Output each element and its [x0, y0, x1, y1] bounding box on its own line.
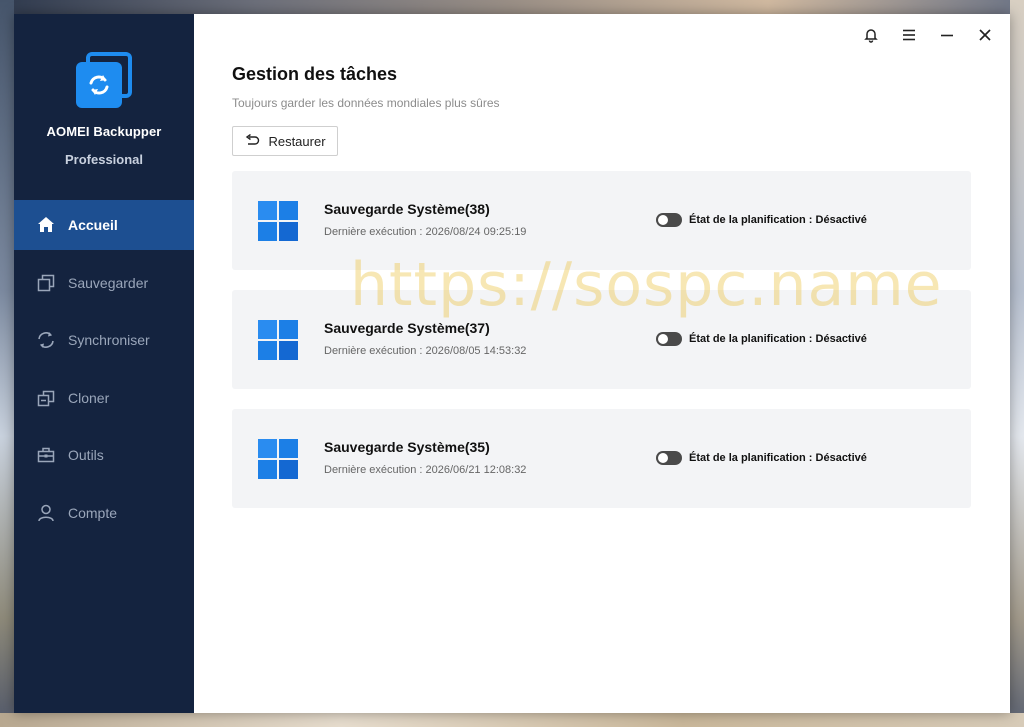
sidebar-item-label: Outils	[68, 447, 104, 464]
home-icon	[36, 215, 56, 235]
titlebar-controls	[852, 24, 1004, 46]
windows-logo-icon	[258, 439, 298, 479]
task-list: Sauvegarde Système(38) Dernière exécutio…	[232, 171, 971, 528]
windows-logo-icon	[258, 320, 298, 360]
task-card[interactable]: Sauvegarde Système(37) Dernière exécutio…	[232, 290, 971, 389]
task-last-run: Dernière exécution : 2026/08/24 09:25:19	[324, 226, 527, 238]
toolbox-icon	[36, 445, 56, 465]
bell-icon[interactable]	[852, 24, 890, 46]
sidebar-nav: Accueil Sauvegarder Synchroniser Cloner	[14, 200, 194, 546]
desktop-background-bottom	[0, 713, 1024, 727]
task-name: Sauvegarde Système(35)	[324, 439, 490, 455]
close-icon[interactable]	[966, 24, 1004, 46]
menu-icon[interactable]	[890, 24, 928, 46]
task-card[interactable]: Sauvegarde Système(38) Dernière exécutio…	[232, 171, 971, 270]
sidebar: AOMEI Backupper Professional Accueil Sau…	[14, 14, 194, 713]
page-subtitle: Toujours garder les données mondiales pl…	[232, 96, 500, 110]
restore-button-label: Restaurer	[268, 133, 326, 149]
task-last-run: Dernière exécution : 2026/06/21 12:08:32	[324, 464, 527, 476]
sidebar-item-sauvegarder[interactable]: Sauvegarder	[14, 258, 194, 308]
backup-icon	[36, 273, 56, 293]
task-name: Sauvegarde Système(37)	[324, 320, 490, 336]
desktop-background-left	[0, 0, 14, 727]
sidebar-item-label: Synchroniser	[68, 332, 150, 349]
minimize-icon[interactable]	[928, 24, 966, 46]
windows-logo-icon	[258, 201, 298, 241]
sidebar-item-label: Sauvegarder	[68, 274, 149, 291]
sidebar-item-label: Compte	[68, 504, 118, 521]
sidebar-item-accueil[interactable]: Accueil	[14, 200, 194, 250]
task-card[interactable]: Sauvegarde Système(35) Dernière exécutio…	[232, 409, 971, 508]
schedule-toggle[interactable]	[656, 332, 682, 346]
sidebar-item-synchroniser[interactable]: Synchroniser	[14, 315, 194, 365]
schedule-status: État de la planification : Désactivé	[689, 214, 867, 226]
desktop-background-top	[0, 0, 1024, 14]
app-window: AOMEI Backupper Professional Accueil Sau…	[14, 14, 1010, 713]
sync-icon	[36, 330, 56, 350]
schedule-toggle[interactable]	[656, 451, 682, 465]
restore-button[interactable]: Restaurer	[232, 126, 338, 156]
desktop-background-right	[1010, 0, 1024, 727]
sidebar-item-outils[interactable]: Outils	[14, 430, 194, 480]
schedule-status: État de la planification : Désactivé	[689, 333, 867, 345]
sidebar-item-label: Cloner	[68, 389, 110, 406]
aomei-logo-icon	[76, 52, 132, 108]
app-name: AOMEI Backupper	[46, 124, 162, 139]
brand: AOMEI Backupper Professional	[14, 14, 194, 200]
schedule-status: État de la planification : Désactivé	[689, 452, 867, 464]
task-name: Sauvegarde Système(38)	[324, 201, 490, 217]
app-edition: Professional	[64, 152, 144, 167]
sidebar-item-compte[interactable]: Compte	[14, 488, 194, 538]
page-title: Gestion des tâches	[232, 64, 398, 84]
main-panel: Gestion des tâches Toujours garder les d…	[194, 14, 1010, 713]
sidebar-item-cloner[interactable]: Cloner	[14, 373, 194, 423]
clone-icon	[36, 388, 56, 408]
sidebar-item-label: Accueil	[68, 217, 118, 233]
schedule-toggle[interactable]	[656, 213, 682, 227]
task-last-run: Dernière exécution : 2026/08/05 14:53:32	[324, 345, 527, 357]
user-icon	[36, 503, 56, 523]
undo-icon	[244, 134, 260, 148]
